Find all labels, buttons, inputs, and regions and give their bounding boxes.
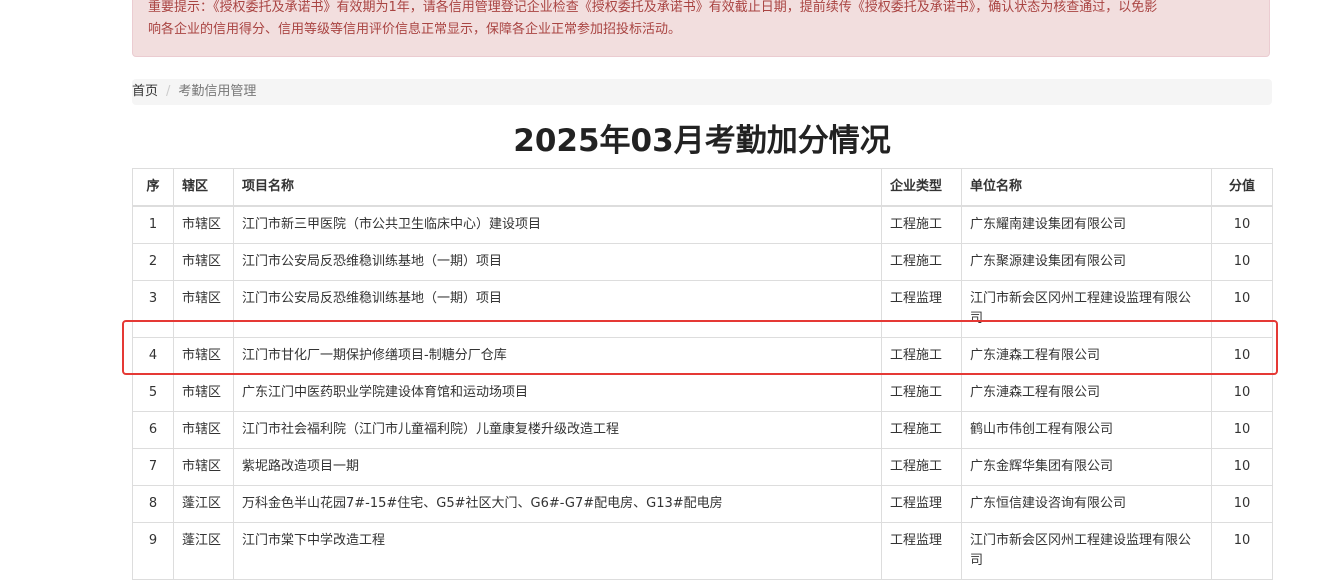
breadcrumb-home-link[interactable]: 首页 [132,84,158,99]
notice-alert: 重要提示：《授权委托及承诺书》有效期为1年，请各信用管理登记企业检查《授权委托及… [132,0,1270,57]
cell-score: 10 [1211,448,1273,486]
cell-district: 市辖区 [173,280,234,338]
cell-seq: 6 [132,411,174,449]
table-row: 6 市辖区 江门市社会福利院（江门市儿童福利院）儿童康复楼升级改造工程 工程施工… [132,411,1273,449]
cell-type: 工程施工 [881,448,962,486]
cell-district: 市辖区 [173,337,234,375]
cell-district: 市辖区 [173,205,234,244]
cell-district: 市辖区 [173,243,234,281]
cell-project: 江门市棠下中学改造工程 [233,522,882,580]
cell-seq: 2 [132,243,174,281]
cell-project: 紫坭路改造项目一期 [233,448,882,486]
header-seq: 序 [132,168,174,207]
cell-score: 10 [1211,280,1273,338]
cell-type: 工程施工 [881,337,962,375]
cell-district: 市辖区 [173,374,234,412]
cell-project: 万科金色半山花园7#-15#住宅、G5#社区大门、G6#-G7#配电房、G13#… [233,485,882,523]
breadcrumb-current: 考勤信用管理 [178,84,257,99]
cell-project: 江门市社会福利院（江门市儿童福利院）儿童康复楼升级改造工程 [233,411,882,449]
cell-score: 10 [1211,205,1273,244]
cell-district: 市辖区 [173,448,234,486]
cell-project: 江门市甘化厂一期保护修缮项目-制糖分厂仓库 [233,337,882,375]
cell-type: 工程施工 [881,374,962,412]
header-unit: 单位名称 [961,168,1212,207]
table-row: 1 市辖区 江门市新三甲医院（市公共卫生临床中心）建设项目 工程施工 广东耀南建… [132,205,1273,244]
cell-type: 工程监理 [881,280,962,338]
breadcrumb: 首页 / 考勤信用管理 [132,79,1272,105]
cell-type: 工程施工 [881,411,962,449]
cell-seq: 8 [132,485,174,523]
table-row: 5 市辖区 广东江门中医药职业学院建设体育馆和运动场项目 工程施工 广东漣森工程… [132,374,1273,412]
table-row: 9 蓬江区 江门市棠下中学改造工程 工程监理 江门市新会区冈州工程建设监理有限公… [132,522,1273,580]
cell-project: 广东江门中医药职业学院建设体育馆和运动场项目 [233,374,882,412]
notice-text-line-1: 重要提示：《授权委托及承诺书》有效期为1年，请各信用管理登记企业检查《授权委托及… [148,0,1158,15]
header-project: 项目名称 [233,168,882,207]
cell-unit: 江门市新会区冈州工程建设监理有限公司 [961,280,1212,338]
cell-district: 蓬江区 [173,522,234,580]
cell-project: 江门市公安局反恐维稳训练基地（一期）项目 [233,280,882,338]
cell-type: 工程监理 [881,485,962,523]
cell-project: 江门市公安局反恐维稳训练基地（一期）项目 [233,243,882,281]
cell-project: 江门市新三甲医院（市公共卫生临床中心）建设项目 [233,205,882,244]
table-row: 2 市辖区 江门市公安局反恐维稳训练基地（一期）项目 工程施工 广东聚源建设集团… [132,243,1273,281]
cell-type: 工程施工 [881,205,962,244]
cell-seq: 4 [132,337,174,375]
cell-score: 10 [1211,411,1273,449]
cell-unit: 广东恒信建设咨询有限公司 [961,485,1212,523]
cell-unit: 广东漣森工程有限公司 [961,374,1212,412]
cell-unit: 江门市新会区冈州工程建设监理有限公司 [961,522,1212,580]
table-row: 4 市辖区 江门市甘化厂一期保护修缮项目-制糖分厂仓库 工程施工 广东漣森工程有… [132,337,1273,375]
cell-score: 10 [1211,522,1273,580]
cell-seq: 7 [132,448,174,486]
cell-seq: 1 [132,205,174,244]
cell-district: 市辖区 [173,411,234,449]
table-header-row: 序 辖区 项目名称 企业类型 单位名称 分值 [132,168,1273,207]
cell-seq: 5 [132,374,174,412]
page-title: 2025年03月考勤加分情况 [513,123,891,159]
cell-seq: 9 [132,522,174,580]
table-row: 7 市辖区 紫坭路改造项目一期 工程施工 广东金辉华集团有限公司 10 [132,448,1273,486]
table-row: 3 市辖区 江门市公安局反恐维稳训练基地（一期）项目 工程监理 江门市新会区冈州… [132,280,1273,338]
table-row: 8 蓬江区 万科金色半山花园7#-15#住宅、G5#社区大门、G6#-G7#配电… [132,485,1273,523]
cell-seq: 3 [132,280,174,338]
cell-type: 工程施工 [881,243,962,281]
header-type: 企业类型 [881,168,962,207]
header-score: 分值 [1211,168,1273,207]
cell-score: 10 [1211,337,1273,375]
notice-text-line-2: 响各企业的信用得分、信用等级等信用评价信息正常显示，保障各企业正常参加招投标活动… [148,22,682,37]
cell-score: 10 [1211,243,1273,281]
cell-score: 10 [1211,485,1273,523]
cell-type: 工程监理 [881,522,962,580]
cell-unit: 鹤山市伟创工程有限公司 [961,411,1212,449]
cell-score: 10 [1211,374,1273,412]
attendance-score-table: 序 辖区 项目名称 企业类型 单位名称 分值 1 市辖区 江门市新三甲医院（市公… [132,168,1273,580]
cell-unit: 广东漣森工程有限公司 [961,337,1212,375]
cell-unit: 广东金辉华集团有限公司 [961,448,1212,486]
cell-unit: 广东聚源建设集团有限公司 [961,243,1212,281]
cell-unit: 广东耀南建设集团有限公司 [961,205,1212,244]
breadcrumb-separator: / [166,84,171,99]
cell-district: 蓬江区 [173,485,234,523]
header-district: 辖区 [173,168,234,207]
